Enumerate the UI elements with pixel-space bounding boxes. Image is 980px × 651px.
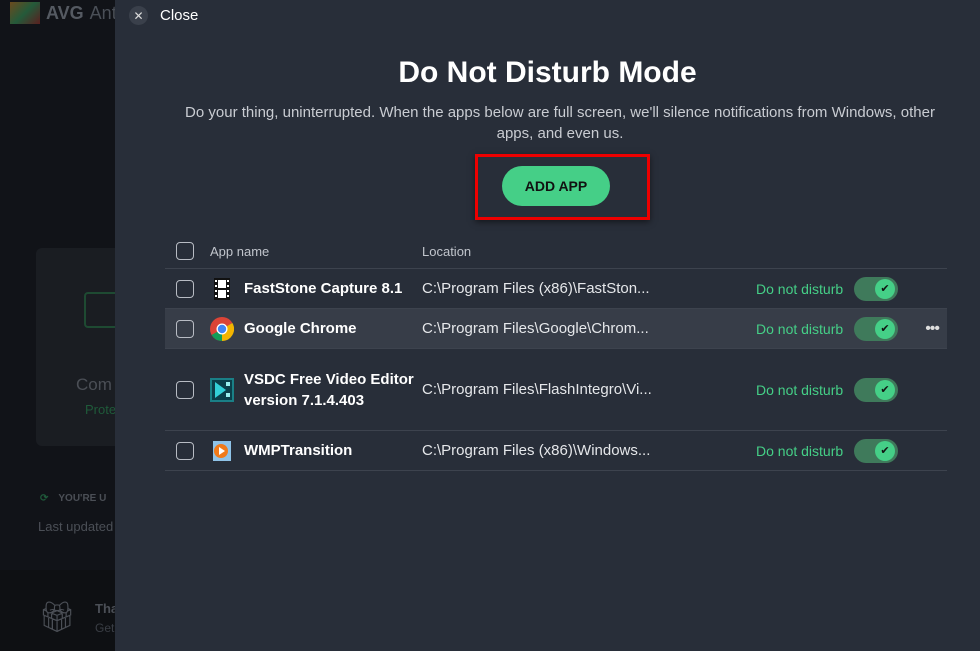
media-player-icon bbox=[213, 440, 231, 461]
vsdc-icon bbox=[210, 377, 234, 402]
film-icon bbox=[214, 277, 230, 300]
app-location: C:\Program Files\FlashIntegro\Vi... bbox=[422, 381, 652, 398]
check-icon: ✔ bbox=[875, 379, 895, 400]
app-location: C:\Program Files (x86)\Windows... bbox=[422, 442, 651, 459]
dnd-toggle[interactable]: ✔ bbox=[854, 377, 898, 402]
status-label: Do not disturb bbox=[756, 442, 844, 459]
gift-icon: 🎁︎ bbox=[38, 601, 77, 634]
card-status: Prote bbox=[85, 402, 117, 417]
check-icon: ✔ bbox=[875, 278, 895, 299]
do-not-disturb-panel: ✕ Close Do Not Disturb Mode Do your thin… bbox=[115, 0, 980, 651]
app-name: WMPTransition bbox=[244, 442, 353, 459]
table-row[interactable]: Google Chrome C:\Program Files\Google\Ch… bbox=[165, 309, 947, 349]
avg-logo: AVG Ant bbox=[10, 2, 117, 24]
description: Do your thing, uninterrupted. When the a… bbox=[185, 104, 935, 142]
app-name: VSDC Free Video Editor version 7.1.4.403 bbox=[244, 370, 414, 409]
last-updated: Last updated bbox=[38, 519, 114, 534]
table-header: App name Location bbox=[165, 234, 947, 269]
check-icon: ✔ bbox=[875, 440, 895, 461]
more-options-icon[interactable]: ••• bbox=[925, 320, 940, 338]
check-icon: ✔ bbox=[875, 318, 895, 339]
table-row[interactable]: WMPTransition C:\Program Files (x86)\Win… bbox=[165, 431, 947, 471]
app-location: C:\Program Files (x86)\FastSton... bbox=[422, 280, 650, 297]
column-app-name: App name bbox=[210, 243, 270, 259]
app-location: C:\Program Files\Google\Chrom... bbox=[422, 320, 649, 337]
app-name: Google Chrome bbox=[244, 320, 357, 337]
row-checkbox[interactable] bbox=[176, 441, 194, 460]
add-app-button[interactable]: ADD APP bbox=[502, 166, 610, 206]
update-status: ⟳ YOU'RE U bbox=[40, 493, 107, 504]
column-location: Location bbox=[422, 243, 472, 259]
status-label: Do not disturb bbox=[756, 381, 844, 398]
promo-subtitle: Get bbox=[95, 621, 115, 635]
card-title: Com bbox=[76, 375, 112, 394]
table-row[interactable]: VSDC Free Video Editor version 7.1.4.403… bbox=[165, 349, 947, 431]
select-all-checkbox[interactable] bbox=[176, 242, 194, 260]
page-title: Do Not Disturb Mode bbox=[398, 56, 697, 89]
dnd-toggle[interactable]: ✔ bbox=[854, 276, 898, 301]
status-label: Do not disturb bbox=[756, 280, 844, 297]
row-checkbox[interactable] bbox=[176, 319, 194, 338]
app-name: FastStone Capture 8.1 bbox=[244, 280, 403, 297]
dnd-toggle[interactable]: ✔ bbox=[854, 316, 898, 341]
refresh-icon: ⟳ bbox=[40, 493, 49, 504]
row-checkbox[interactable] bbox=[176, 279, 194, 298]
apps-table: App name Location FastStone Capture 8.1 … bbox=[165, 234, 947, 471]
table-row[interactable]: FastStone Capture 8.1 C:\Program Files (… bbox=[165, 269, 947, 309]
row-checkbox[interactable] bbox=[176, 380, 194, 399]
dnd-toggle[interactable]: ✔ bbox=[854, 438, 898, 463]
close-icon: ✕ bbox=[129, 6, 148, 25]
close-button[interactable]: ✕ Close bbox=[129, 6, 198, 25]
chrome-icon bbox=[210, 316, 234, 341]
status-label: Do not disturb bbox=[756, 320, 844, 337]
